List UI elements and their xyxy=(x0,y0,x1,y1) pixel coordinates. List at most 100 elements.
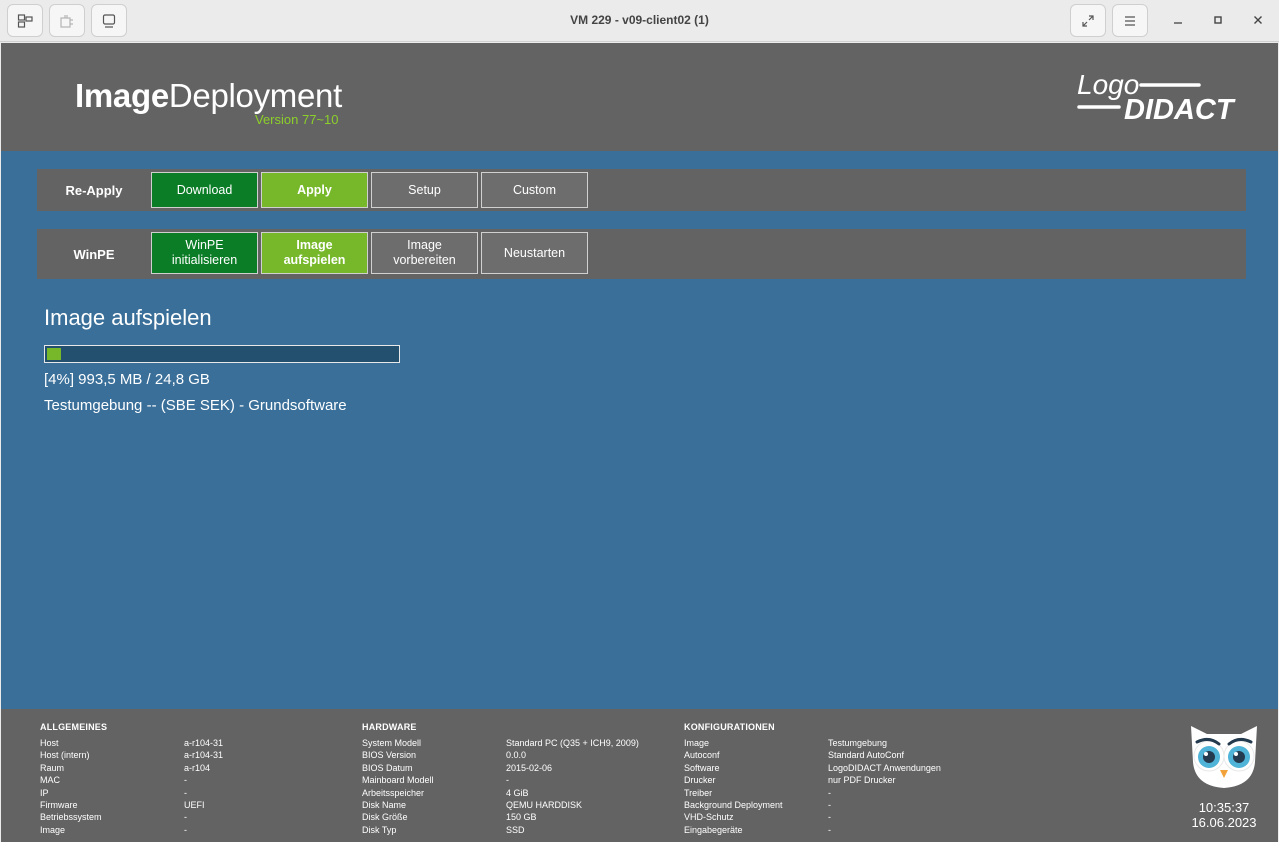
winpe-init-button[interactable]: WinPE initialisieren xyxy=(151,232,258,274)
setup-button[interactable]: Setup xyxy=(371,172,478,208)
info-row: Host a-r104-31 xyxy=(40,737,223,749)
info-key: Disk Größe xyxy=(362,812,408,823)
image-prepare-button[interactable]: Image vorbereiten xyxy=(371,232,478,274)
info-row: IP - xyxy=(40,787,223,799)
info-key: Image xyxy=(40,824,66,835)
info-value: - xyxy=(828,824,831,835)
info-value: a-r104 xyxy=(184,762,211,773)
info-value: - xyxy=(828,812,831,823)
info-key: Image xyxy=(684,738,710,748)
progress-text: [4%] 993,5 MB / 24,8 GB xyxy=(44,371,210,388)
info-row: VHD-Schutz - xyxy=(684,811,941,823)
info-key: IP xyxy=(40,787,49,798)
menu-icon[interactable] xyxy=(1112,4,1148,37)
close-icon[interactable] xyxy=(1248,10,1268,30)
footer-hardware: HARDWARE System Modell Standard PC (Q35 +… xyxy=(362,721,639,836)
image-apply-button[interactable]: Image aufspielen xyxy=(261,232,368,274)
info-value: LogoDIDACT Anwendungen xyxy=(828,762,941,773)
info-key: Host xyxy=(40,738,59,748)
winpe-init-line2: initialisieren xyxy=(171,253,238,267)
info-value: - xyxy=(184,787,187,798)
info-value: - xyxy=(184,824,187,835)
custom-button[interactable]: Custom xyxy=(481,172,588,208)
info-value: - xyxy=(184,775,187,786)
info-row: System Modell Standard PC (Q35 + ICH9, 20… xyxy=(362,737,639,749)
info-row: Image - xyxy=(40,824,223,836)
owl-mascot-icon xyxy=(1191,726,1257,788)
info-row: Autoconf Standard AutoConf xyxy=(684,749,941,761)
image-prepare-line1: Image xyxy=(407,238,442,252)
info-value: Standard AutoConf xyxy=(828,750,905,761)
info-key: Mainboard Modell xyxy=(362,775,434,786)
footer-konfigurationen: KONFIGURATIONEN Image Testumgebung Autoco… xyxy=(684,721,941,836)
reapply-label: Re-Apply xyxy=(65,182,123,198)
image-prepare-line2: vorbereiten xyxy=(393,253,456,267)
info-key: Software xyxy=(684,762,720,773)
info-key: Disk Name xyxy=(362,799,407,810)
info-value: Testumgebung xyxy=(828,738,888,748)
info-row: Disk Größe 150 GB xyxy=(362,811,639,823)
display-icon[interactable] xyxy=(91,4,127,37)
info-value: - xyxy=(184,812,187,823)
clock: 10:35:37 16.06.2023 xyxy=(1171,800,1277,830)
logodidact-logo: Logo DIDACT xyxy=(1077,69,1236,126)
info-row: Image Testumgebung xyxy=(684,737,941,749)
info-row: Software LogoDIDACT Anwendungen xyxy=(684,762,941,774)
info-row: Treiber - xyxy=(684,787,941,799)
info-value: - xyxy=(828,787,831,798)
info-key: Arbeitsspeicher xyxy=(362,787,425,798)
info-key: BIOS Version xyxy=(362,750,417,761)
info-key: Betriebssystem xyxy=(40,812,102,823)
app-logo: ImageDeployment xyxy=(75,77,342,115)
info-row: Background Deployment - xyxy=(684,799,941,811)
usb-icon[interactable] xyxy=(49,4,85,37)
info-row: Betriebssystem - xyxy=(40,811,223,823)
info-value: Standard PC (Q35 + ICH9, 2009) xyxy=(506,738,639,748)
windows-icon[interactable] xyxy=(7,4,43,37)
info-key: MAC xyxy=(40,775,60,786)
info-key: Autoconf xyxy=(684,750,720,761)
info-key: Background Deployment xyxy=(684,799,783,810)
info-row: Host (intern) a-r104-31 xyxy=(40,749,223,761)
download-button[interactable]: Download xyxy=(151,172,258,208)
clock-time: 10:35:37 xyxy=(1198,800,1250,815)
info-key: Disk Typ xyxy=(362,824,397,835)
info-key: Eingabegeräte xyxy=(684,824,743,835)
clock-date: 16.06.2023 xyxy=(1191,815,1257,830)
image-apply-line2: aufspielen xyxy=(283,253,346,267)
info-row: Drucker nur PDF Drucker xyxy=(684,774,941,786)
info-row: MAC - xyxy=(40,774,223,786)
winpe-row: WinPE WinPE initialisieren Image aufspiele… xyxy=(37,229,1246,279)
info-value: 0.0.0 xyxy=(506,750,527,761)
winpe-label: WinPE xyxy=(73,246,115,262)
logo-light-text: Deployment xyxy=(168,77,342,114)
info-row: Disk Name QEMU HARDDISK xyxy=(362,799,639,811)
info-value: UEFI xyxy=(184,799,205,810)
info-value: a-r104-31 xyxy=(184,750,224,761)
info-value: - xyxy=(506,775,509,786)
info-key: Host (intern) xyxy=(40,750,90,761)
version-label: Version 77~10 xyxy=(255,112,339,127)
info-key: BIOS Datum xyxy=(362,762,413,773)
info-row: Arbeitsspeicher 4 GiB xyxy=(362,787,639,799)
brand-line2: DIDACT xyxy=(1124,94,1236,126)
info-value: SSD xyxy=(506,824,525,835)
info-key: Treiber xyxy=(684,787,713,798)
info-footer: ALLGEMEINES Host a-r104-31 Host (intern) a… xyxy=(1,709,1278,842)
info-value: 4 GiB xyxy=(506,787,529,798)
fullscreen-icon[interactable] xyxy=(1070,4,1106,37)
info-key: System Modell xyxy=(362,738,422,748)
maximize-icon[interactable] xyxy=(1208,10,1228,30)
minimize-icon[interactable] xyxy=(1168,10,1188,30)
restart-button[interactable]: Neustarten xyxy=(481,232,588,274)
allgemeines-heading: ALLGEMEINES xyxy=(40,722,108,732)
section-title: Image aufspielen xyxy=(44,305,212,330)
window-titlebar: VM 229 - v09-client02 (1) xyxy=(0,0,1279,42)
info-key: Firmware xyxy=(40,799,78,810)
info-row: Raum a-r104 xyxy=(40,762,223,774)
image-deployment-app: ImageDeployment Version 77~10 Logo DIDAC… xyxy=(1,43,1278,842)
konfigurationen-heading: KONFIGURATIONEN xyxy=(684,722,775,732)
apply-button[interactable]: Apply xyxy=(261,172,368,208)
info-value: a-r104-31 xyxy=(184,738,224,748)
progress-fill xyxy=(47,348,61,360)
